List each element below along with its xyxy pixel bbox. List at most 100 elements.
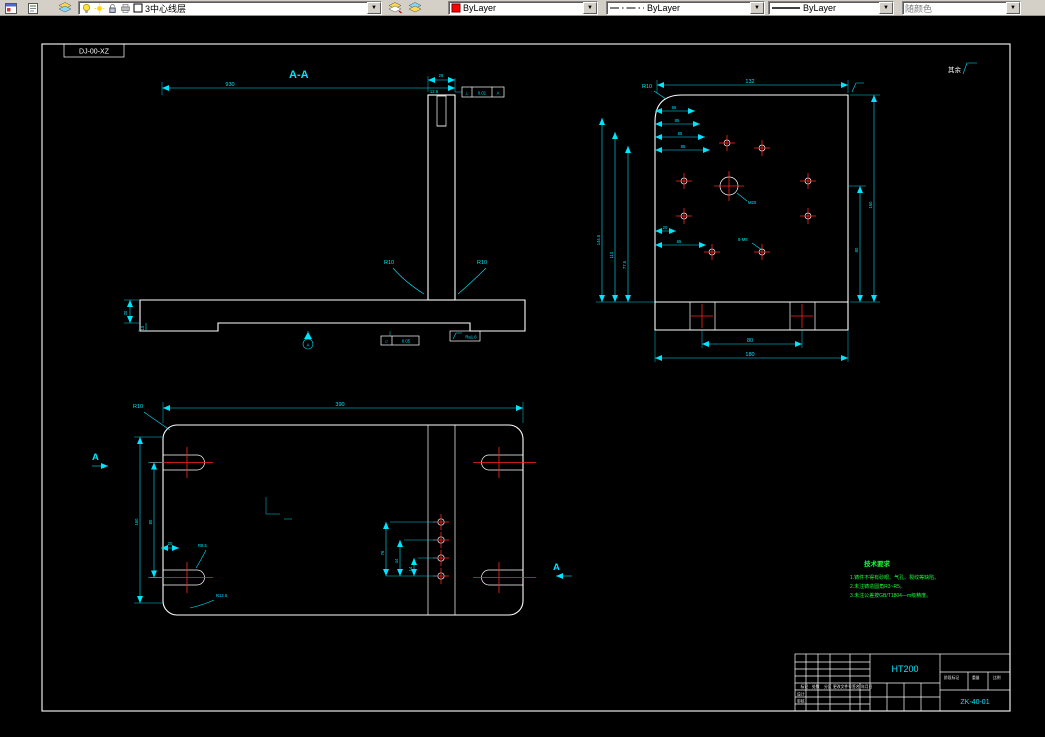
tb-label: 标记: [801, 684, 809, 689]
properties-toolbar: 3中心线层 ▼ ByLayer ▼ ByLayer ▼ ByLayer ▼ 随颜…: [0, 0, 1045, 16]
vdim: 110: [609, 251, 614, 258]
cad-drawing: DJ-00-XZ 其余 A-A 930 28 12.6 ⊥ 0.01 A R10…: [41, 43, 1011, 712]
tb-label: 年月日: [861, 684, 873, 689]
dim-132: 132: [745, 79, 754, 85]
fillet-r10: R10: [642, 84, 652, 90]
tb-label: 更改文件号: [833, 684, 852, 689]
title-block: HT200 ZK-40-01 标记 处数 分区 更改文件号 签名 年月日 设计 …: [794, 653, 1011, 712]
dim-20: 20: [663, 225, 668, 230]
linetype-combo[interactable]: ByLayer ▼: [606, 1, 765, 15]
holes-label: 8-M8: [738, 237, 748, 242]
dropdown-arrow-icon[interactable]: ▼: [367, 2, 381, 14]
tol-symbol: ⊥: [465, 91, 469, 96]
layer-combo[interactable]: 3中心线层 ▼: [78, 1, 382, 15]
section-mark-a-right: A: [553, 562, 560, 573]
tb-label: 重量: [972, 675, 980, 680]
vdim-160: 160: [868, 201, 873, 209]
datum-letter: A: [307, 343, 310, 348]
fillet-r10: R10: [133, 404, 143, 410]
vdim: 14: [408, 566, 413, 571]
dropdown-arrow-icon[interactable]: ▼: [750, 2, 764, 14]
dim-180-total: 180: [745, 352, 754, 358]
ladder-dim: 85: [681, 144, 686, 149]
vdim: 144.5: [596, 234, 601, 245]
technical-notes: 技术要求 1.铸件不得有砂眼、气孔、裂纹等缺陷。 2.未注铸造圆角R3~R5。 …: [850, 559, 939, 599]
dim-20-base: 20: [123, 310, 128, 315]
sheet-icon: [28, 2, 38, 14]
note-line: 1.铸件不得有砂眼、气孔、裂纹等缺陷。: [850, 574, 939, 581]
frame-corner-label: DJ-00-XZ: [79, 49, 110, 56]
window-icon-button[interactable]: [2, 1, 20, 15]
surface-finish-icon: [452, 332, 462, 340]
tb-label: 审核: [797, 699, 805, 704]
lineweight-combo[interactable]: ByLayer ▼: [768, 1, 894, 15]
vdim-80: 80: [854, 247, 859, 252]
front-view: R10 132 65 85 85 85 20 65 M20 8-M8 144.5…: [596, 79, 880, 362]
section-title: A-A: [289, 69, 309, 81]
corner-radius-label: R12.5: [216, 593, 228, 598]
lineweight-combo-value: ByLayer: [803, 3, 837, 13]
plotstyle-combo-value: 随颜色: [905, 3, 933, 14]
section-mark-a-left: A: [92, 452, 99, 463]
notes-title: 技术要求: [864, 559, 891, 568]
vdim-160: 160: [134, 518, 139, 526]
vdim-80: 80: [148, 519, 153, 524]
tb-label: 阶段标记: [944, 675, 959, 680]
layer-previous-icon: [408, 2, 422, 13]
dropdown-arrow-icon[interactable]: ▼: [1006, 2, 1020, 14]
tb-label: 分区: [824, 684, 832, 689]
layer-color-swatch-icon: [133, 3, 143, 13]
thread-label: M20: [748, 200, 757, 205]
layer-current-icon: [388, 2, 402, 14]
drawing-number: ZK-40-01: [960, 699, 989, 706]
slot-radius-label: R8.5: [198, 543, 208, 548]
dropdown-arrow-icon[interactable]: ▼: [583, 2, 597, 14]
layers-icon: [58, 2, 72, 13]
drawing-frame: DJ-00-XZ: [41, 43, 1011, 712]
flatness-symbol: ▱: [385, 339, 389, 344]
fillet-r10-right: R10: [477, 260, 487, 266]
hole-column: [433, 514, 449, 584]
note-line: 3.未注公差按GB/T1804—m级精度。: [850, 592, 931, 599]
mounting-slot: [473, 447, 536, 478]
color-combo[interactable]: ByLayer ▼: [448, 1, 598, 15]
fillet-r10-left: R10: [384, 260, 394, 266]
layer-previous-button[interactable]: [406, 1, 424, 15]
flatness-value: 0.05: [402, 339, 411, 344]
material-label: HT200: [891, 664, 918, 674]
drawing-canvas[interactable]: DJ-00-XZ 其余 A-A 930 28 12.6 ⊥ 0.01 A R10…: [0, 16, 1045, 737]
surface-note-text: 其余: [948, 65, 962, 74]
note-line: 2.未注铸造圆角R3~R5。: [850, 583, 905, 590]
dropdown-arrow-icon[interactable]: ▼: [879, 2, 893, 14]
sheet-icon-button[interactable]: [24, 1, 42, 15]
layer-unlock-icon: [109, 3, 116, 13]
ladder-dim: 65: [672, 105, 677, 110]
current-color-swatch-icon: [451, 3, 461, 13]
make-layer-current-button[interactable]: [386, 1, 404, 15]
layer-thaw-sun-icon: [94, 3, 105, 13]
layer-plot-printer-icon: [121, 3, 130, 13]
surface-finish-icon: [851, 82, 864, 93]
tol-value: 0.01: [478, 91, 487, 96]
vdim: 77.5: [622, 260, 627, 269]
layers-dialog-button[interactable]: [56, 1, 74, 15]
general-finish-note: 其余: [948, 62, 977, 75]
linetype-combo-value: ByLayer: [647, 3, 681, 13]
tb-label: 比例: [993, 675, 1001, 680]
lineweight-preview-icon: [772, 7, 800, 9]
dim-390: 390: [335, 402, 344, 408]
foot-centerline: [691, 304, 813, 328]
dim-930: 930: [225, 82, 234, 88]
mounting-slot: [473, 562, 536, 593]
dim-15-pad: 15: [140, 325, 145, 330]
layer-combo-value: 3中心线层: [145, 3, 187, 14]
finish-value: Ra1.6: [465, 335, 477, 340]
layer-on-bulb-icon: [82, 3, 91, 13]
tb-label: 处数: [812, 684, 820, 689]
vdim: 44: [394, 558, 399, 563]
plotstyle-combo[interactable]: 随颜色 ▼: [902, 1, 1021, 15]
dim-65: 65: [677, 239, 682, 244]
dim-20: 20: [168, 541, 173, 546]
plan-view: 390 R10 76 44 14 160 80 20 R8.5 R12.5 A …: [92, 402, 572, 616]
ladder-dim: 85: [678, 131, 683, 136]
